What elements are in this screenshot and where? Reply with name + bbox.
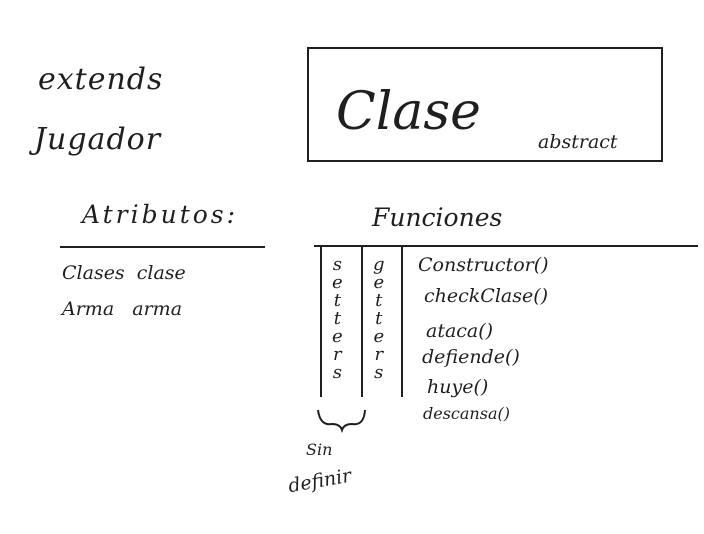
- note-line-1: Sin: [306, 440, 333, 459]
- grouping-brace: [317, 409, 366, 434]
